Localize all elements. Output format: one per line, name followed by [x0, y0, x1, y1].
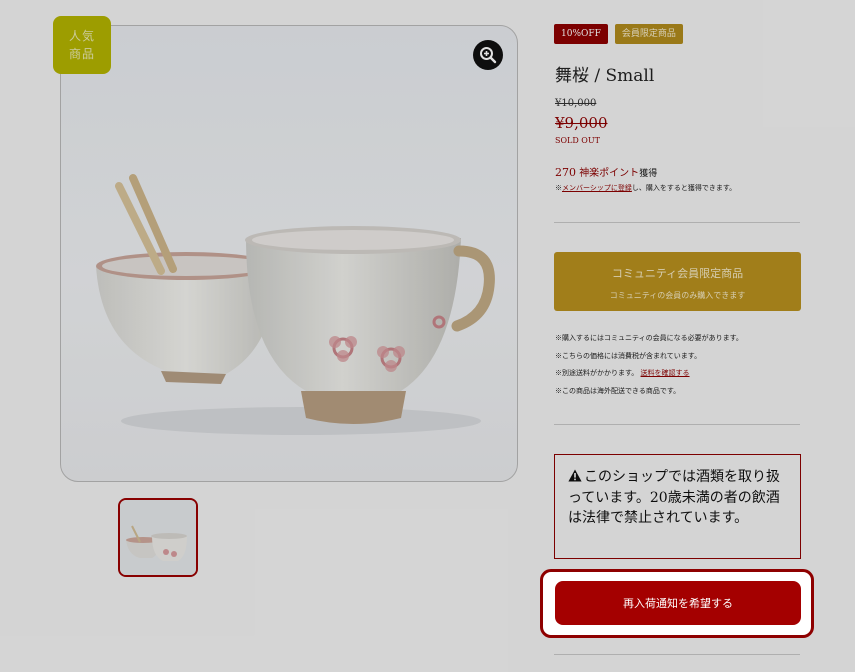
member-note-suffix: し、購入をすると獲得できます。	[631, 184, 737, 192]
shipping-fee-link[interactable]: 送料を確認する	[641, 369, 690, 377]
community-button-subtitle: コミュニティの会員のみ購入できます	[609, 291, 746, 300]
warning-icon	[568, 469, 582, 482]
original-price: ¥10,000	[555, 98, 597, 109]
points-label: 神楽ポイント	[579, 168, 640, 179]
alcohol-warning-box: このショップでは酒類を取り扱っています。20歳未満の者の飲酒は法律で禁止されてい…	[554, 454, 801, 559]
thumbnail-photo	[120, 500, 196, 575]
discount-badge: 10%OFF	[554, 24, 608, 44]
restock-notify-button[interactable]: 再入荷通知を希望する	[555, 581, 801, 625]
divider	[554, 424, 800, 425]
points-value: 270	[555, 166, 576, 179]
community-button-title: コミュニティ会員限定商品	[611, 267, 744, 280]
popular-product-badge: 人気 商品	[53, 16, 111, 74]
stock-status: SOLD OUT	[555, 136, 600, 145]
note-line-4: ※この商品は海外配送できる商品です。	[555, 386, 681, 395]
divider	[554, 654, 800, 655]
zoom-in-icon	[480, 47, 497, 64]
warning-text: このショップでは酒類を取り扱っています。20歳未満の者の飲酒は法律で禁止されてい…	[568, 469, 780, 526]
main-product-image[interactable]	[60, 25, 518, 482]
note-line-3: ※別途送料がかかります。 送料を確認する	[555, 365, 743, 383]
member-note-prefix: ※	[555, 184, 562, 192]
divider	[554, 222, 800, 223]
zoom-button[interactable]	[473, 40, 503, 70]
points-info: 270 神楽ポイント獲得	[555, 164, 657, 179]
note-line-1: ※購入するにはコミュニティの会員になる必要があります。	[555, 334, 743, 342]
note-line-3-text: ※別途送料がかかります。	[555, 369, 639, 377]
membership-note: ※メンバーシップに登録し、購入をすると獲得できます。	[555, 183, 736, 193]
popular-badge-line1: 人気	[68, 29, 95, 43]
community-member-only-button[interactable]: コミュニティ会員限定商品 コミュニティの会員のみ購入できます	[554, 252, 801, 311]
product-badges: 10%OFF 会員限定商品	[554, 24, 683, 44]
points-suffix: 獲得	[639, 169, 658, 179]
product-title: 舞桜 / Small	[555, 66, 655, 86]
note-line-2: ※こちらの価格には消費税が含まれています。	[555, 351, 702, 360]
membership-register-link[interactable]: メンバーシップに登録	[562, 184, 632, 192]
product-photo-cups	[96, 174, 495, 435]
popular-badge-line2: 商品	[68, 47, 95, 61]
purchase-notes: ※購入するにはコミュニティの会員になる必要があります。 ※こちらの価格には消費税…	[555, 330, 743, 400]
product-thumbnail[interactable]	[118, 498, 198, 577]
sale-price: ¥9,000	[555, 114, 608, 132]
member-only-badge: 会員限定商品	[614, 24, 683, 44]
